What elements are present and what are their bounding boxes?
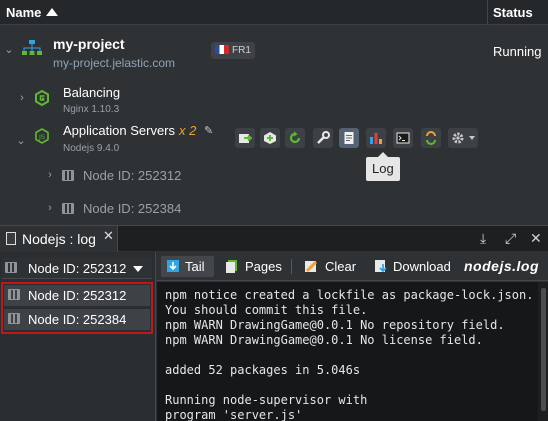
environment-row[interactable]: ⌄ my-project my-project.jelastic.com FR1…: [0, 25, 548, 77]
statistics-chart-icon: [370, 133, 382, 144]
terminal-icon: [396, 132, 410, 144]
status-column-header[interactable]: Status: [493, 5, 533, 20]
region-badge: FR1: [211, 42, 255, 59]
add-node-icon: [264, 132, 276, 144]
node-list-label: Node ID: 252384: [28, 312, 127, 327]
maximize-panel-icon[interactable]: ⤢: [505, 230, 516, 247]
log-line: program 'server.js': [165, 408, 303, 421]
bottom-panel-tabbar: Nodejs : log ✕ ⤓ ⤢ ✕: [0, 225, 548, 252]
environment-url[interactable]: my-project.jelastic.com: [53, 56, 175, 70]
edit-pencil-icon[interactable]: ✎: [204, 126, 214, 137]
node-selector-panel: Node ID: 252312: [0, 252, 156, 421]
pages-icon: [226, 260, 237, 273]
application-servers-version: Nodejs 9.4.0: [63, 143, 120, 154]
chevron-right-icon[interactable]: ›: [45, 170, 55, 181]
tab-nodejs-log[interactable]: Nodejs : log ✕: [0, 226, 118, 252]
table-header: Name Status: [0, 0, 548, 25]
svg-text:JS: JS: [38, 133, 45, 141]
node-list-item[interactable]: Node ID: 252384: [4, 309, 150, 330]
redeploy-button[interactable]: [235, 128, 255, 148]
minimize-panel-icon[interactable]: ⤓: [480, 230, 486, 247]
tail-button[interactable]: Tail: [161, 256, 214, 277]
france-flag-icon: [215, 45, 229, 54]
balancing-title: Balancing: [63, 85, 121, 100]
redeploy-containers-button[interactable]: [421, 128, 441, 148]
node-icon: [5, 262, 17, 273]
scale-count: x 2: [179, 123, 197, 138]
log-output[interactable]: npm notice created a lockfile as package…: [157, 282, 548, 421]
environment-status: Running: [493, 44, 542, 59]
application-servers-title: Application Servers x 2: [63, 123, 197, 138]
statistics-button[interactable]: [366, 128, 386, 148]
node-list-item[interactable]: Node ID: 252312: [4, 285, 150, 306]
pages-button[interactable]: Pages: [220, 256, 282, 277]
clear-eraser-icon: [305, 260, 318, 273]
log-line: npm WARN DrawingGame@0.0.1 No license fi…: [165, 333, 483, 347]
restart-icon: [289, 131, 301, 144]
download-button[interactable]: Download: [369, 256, 459, 277]
node-list-label: Node ID: 252312: [28, 288, 127, 303]
chevron-down-icon[interactable]: ⌄: [16, 136, 26, 147]
nginx-icon: [35, 90, 49, 106]
log-document-icon: [344, 132, 354, 144]
chevron-right-icon[interactable]: ›: [45, 203, 55, 214]
scrollbar-thumb[interactable]: [541, 288, 546, 411]
log-line: You should commit this file.: [165, 303, 368, 317]
node-id-label: Node ID: 252384: [83, 201, 182, 216]
log-line: Running node-supervisor with: [165, 393, 368, 407]
node-icon: [8, 289, 20, 300]
log-line: npm notice created a lockfile as package…: [165, 288, 534, 302]
log-line: added 52 packages in 5.046s: [165, 363, 361, 377]
environment-name[interactable]: my-project: [53, 36, 125, 52]
log-tooltip: Log: [366, 152, 400, 181]
wrench-icon: [317, 131, 330, 144]
log-line: npm WARN DrawingGame@0.0.1 No repository…: [165, 318, 505, 332]
toolbar-divider: [291, 259, 292, 274]
node-select-dropdown[interactable]: Node ID: 252312: [2, 258, 152, 279]
log-file-name: nodejs.log: [464, 258, 539, 274]
selected-node-label: Node ID: 252312: [28, 261, 127, 276]
node-icon: [8, 313, 20, 324]
caret-down-icon: [133, 266, 143, 272]
name-column-header[interactable]: Name: [6, 5, 59, 20]
nodejs-icon: JS: [35, 128, 49, 144]
node-row[interactable]: › Node ID: 252384: [0, 192, 548, 224]
balancing-row[interactable]: › Balancing Nginx 1.10.3: [0, 77, 548, 115]
tab-title: Nodejs : log: [22, 231, 96, 247]
settings-wrench-button[interactable]: [313, 128, 333, 148]
gear-icon: [452, 132, 464, 144]
node-row[interactable]: › Node ID: 252312: [0, 160, 548, 192]
node-id-label: Node ID: 252312: [83, 168, 182, 183]
node-icon: [62, 203, 74, 214]
add-node-button[interactable]: [260, 128, 280, 148]
restart-button[interactable]: [285, 128, 305, 148]
log-scrollbar[interactable]: [538, 282, 548, 421]
tail-download-icon: [167, 260, 179, 272]
chevron-right-icon[interactable]: ›: [17, 93, 27, 104]
swap-arrows-icon: [426, 131, 436, 145]
chevron-down-icon: [469, 136, 475, 140]
chevron-down-icon[interactable]: ⌄: [4, 45, 14, 56]
clear-button[interactable]: Clear: [299, 256, 359, 277]
web-ssh-button[interactable]: [393, 128, 413, 148]
deploy-icon: [239, 134, 252, 143]
close-tab-icon[interactable]: ✕: [103, 228, 114, 244]
download-icon: [375, 260, 387, 273]
column-divider: [487, 0, 488, 25]
environment-list: ⌄ my-project my-project.jelastic.com FR1…: [0, 25, 548, 225]
additional-settings-button[interactable]: [448, 128, 478, 148]
document-icon: [6, 232, 16, 245]
environment-topology-icon: [22, 40, 42, 55]
log-toolbar: Tail Pages Clear Download nodejs.log: [157, 252, 548, 281]
close-panel-icon[interactable]: ✕: [530, 230, 542, 247]
sort-ascending-icon: [46, 8, 59, 16]
node-icon: [62, 170, 74, 181]
log-button[interactable]: [339, 128, 359, 148]
